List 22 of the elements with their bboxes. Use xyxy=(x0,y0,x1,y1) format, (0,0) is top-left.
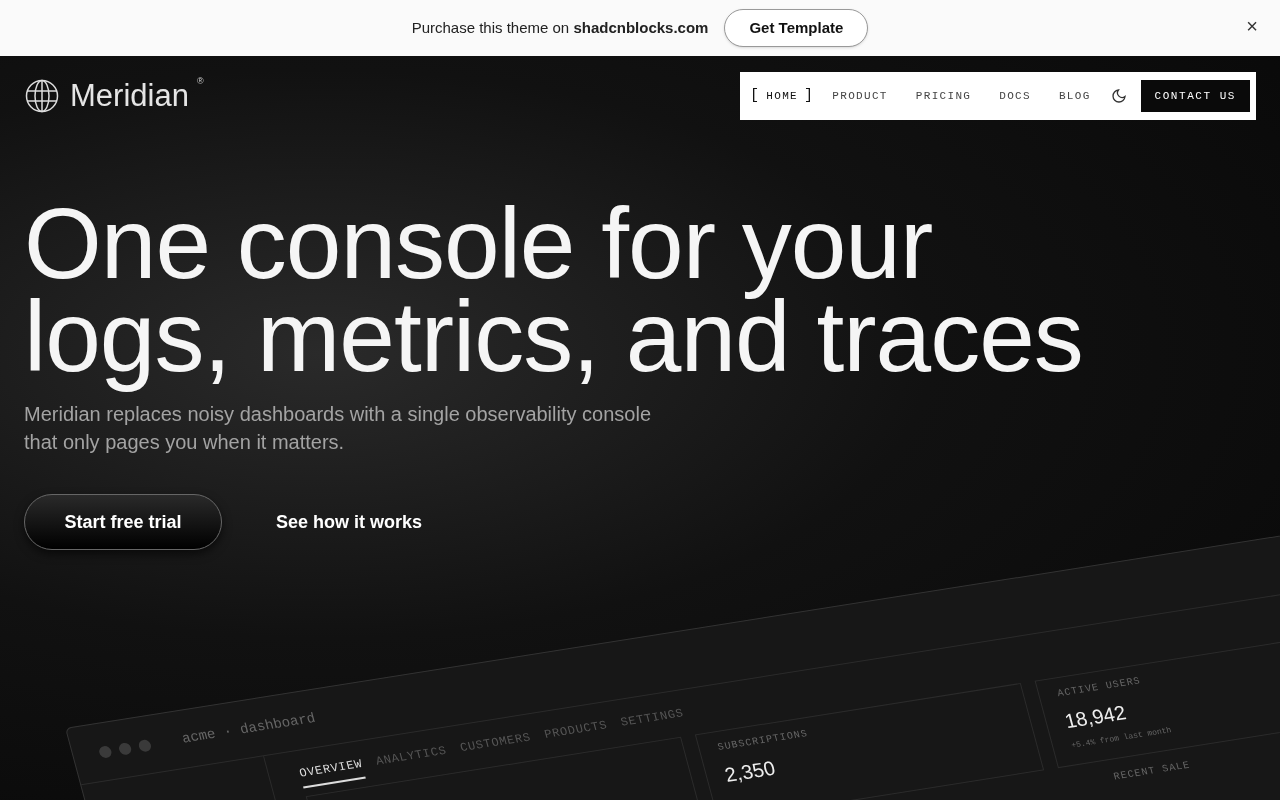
promo-text: Purchase this theme on shadcnblocks.com xyxy=(411,17,709,38)
close-button[interactable]: × xyxy=(1246,16,1258,36)
dashboard-title: acme · dashboard xyxy=(179,709,318,749)
stat-value: 2,350 xyxy=(721,755,779,788)
moon-icon[interactable] xyxy=(1110,88,1127,104)
nav-link[interactable]: [ HOME ] xyxy=(746,84,819,108)
see-how-link[interactable]: See how it works xyxy=(276,508,423,536)
nav-link[interactable]: PRICING xyxy=(901,87,986,105)
get-template-button[interactable]: Get Template xyxy=(724,9,869,47)
brand-name[interactable]: Meridian xyxy=(70,79,189,113)
nav-link[interactable]: PRODUCT xyxy=(818,87,902,105)
globe-icon xyxy=(25,79,59,113)
contact-button[interactable]: CONTACT US xyxy=(1140,80,1250,112)
stat-value: 18,942 xyxy=(1061,700,1129,733)
stat-label: ACTIVE USERS xyxy=(1055,674,1143,702)
hero-subtitle: Meridian replaces noisy dashboards with a single observability console that only pages you when it matters. xyxy=(24,402,652,455)
dashboard-tab[interactable]: OVERVIEW xyxy=(297,755,367,789)
registered-mark: ® xyxy=(196,75,204,88)
start-trial-button[interactable]: Start free trial xyxy=(24,494,222,550)
nav-link[interactable]: BLOG xyxy=(1044,87,1105,105)
nav-link[interactable]: DOCS xyxy=(985,87,1045,105)
recent-sales-label: RECENT SALE xyxy=(1111,758,1192,785)
